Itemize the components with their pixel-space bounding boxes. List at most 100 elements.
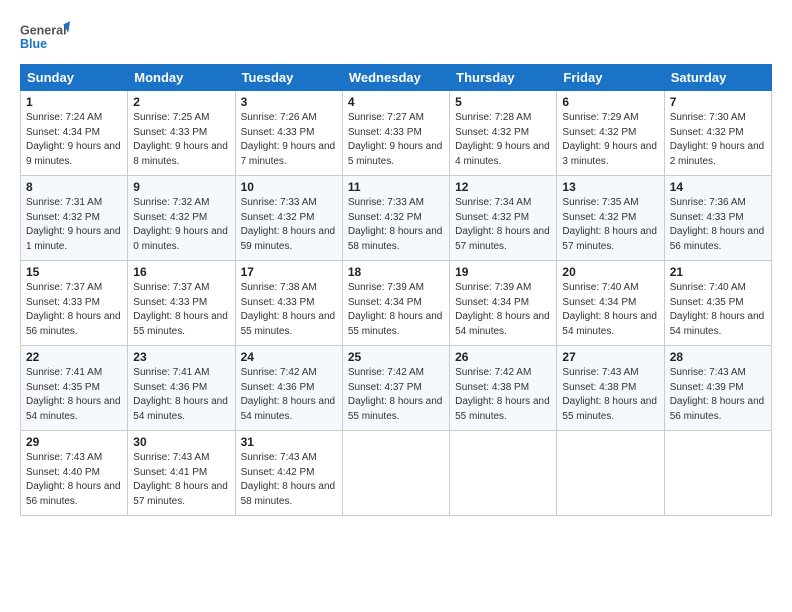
day-cell: 12 Sunrise: 7:34 AMSunset: 4:32 PMDayligh…	[450, 176, 557, 261]
svg-text:General: General	[20, 24, 67, 38]
day-cell: 22 Sunrise: 7:41 AMSunset: 4:35 PMDayligh…	[21, 346, 128, 431]
day-info: Sunrise: 7:42 AMSunset: 4:38 PMDaylight:…	[455, 366, 551, 424]
day-cell: 26 Sunrise: 7:42 AMSunset: 4:38 PMDayligh…	[450, 346, 557, 431]
day-number: 5	[455, 95, 551, 109]
day-info: Sunrise: 7:29 AMSunset: 4:32 PMDaylight:…	[562, 111, 658, 169]
day-info: Sunrise: 7:26 AMSunset: 4:33 PMDaylight:…	[241, 111, 337, 169]
day-info: Sunrise: 7:43 AMSunset: 4:41 PMDaylight:…	[133, 451, 229, 509]
day-number: 11	[348, 180, 444, 194]
col-header-monday: Monday	[128, 65, 235, 91]
day-cell: 17 Sunrise: 7:38 AMSunset: 4:33 PMDayligh…	[235, 261, 342, 346]
day-cell: 8 Sunrise: 7:31 AMSunset: 4:32 PMDaylight…	[21, 176, 128, 261]
day-info: Sunrise: 7:40 AMSunset: 4:35 PMDaylight:…	[670, 281, 766, 339]
day-number: 25	[348, 350, 444, 364]
day-number: 28	[670, 350, 766, 364]
day-number: 15	[26, 265, 122, 279]
day-cell: 20 Sunrise: 7:40 AMSunset: 4:34 PMDayligh…	[557, 261, 664, 346]
col-header-wednesday: Wednesday	[342, 65, 449, 91]
day-info: Sunrise: 7:25 AMSunset: 4:33 PMDaylight:…	[133, 111, 229, 169]
week-row-2: 8 Sunrise: 7:31 AMSunset: 4:32 PMDaylight…	[21, 176, 772, 261]
day-info: Sunrise: 7:43 AMSunset: 4:38 PMDaylight:…	[562, 366, 658, 424]
day-number: 12	[455, 180, 551, 194]
day-cell: 29Sunrise: 7:43 AMSunset: 4:40 PMDayligh…	[21, 431, 128, 516]
day-info: Sunrise: 7:24 AMSunset: 4:34 PMDaylight:…	[26, 111, 122, 169]
day-number: 14	[670, 180, 766, 194]
calendar-table: SundayMondayTuesdayWednesdayThursdayFrid…	[20, 64, 772, 516]
day-info: Sunrise: 7:31 AMSunset: 4:32 PMDaylight:…	[26, 196, 122, 254]
day-info: Sunrise: 7:34 AMSunset: 4:32 PMDaylight:…	[455, 196, 551, 254]
day-cell: 14 Sunrise: 7:36 AMSunset: 4:33 PMDayligh…	[664, 176, 771, 261]
day-cell: 16Sunrise: 7:37 AMSunset: 4:33 PMDayligh…	[128, 261, 235, 346]
day-cell: 4 Sunrise: 7:27 AMSunset: 4:33 PMDaylight…	[342, 91, 449, 176]
day-info: Sunrise: 7:37 AMSunset: 4:33 PMDaylight:…	[26, 281, 122, 339]
day-cell: 27Sunrise: 7:43 AMSunset: 4:38 PMDayligh…	[557, 346, 664, 431]
col-header-saturday: Saturday	[664, 65, 771, 91]
col-header-friday: Friday	[557, 65, 664, 91]
day-cell: 7 Sunrise: 7:30 AMSunset: 4:32 PMDaylight…	[664, 91, 771, 176]
day-info: Sunrise: 7:35 AMSunset: 4:32 PMDaylight:…	[562, 196, 658, 254]
day-cell: 1 Sunrise: 7:24 AMSunset: 4:34 PMDaylight…	[21, 91, 128, 176]
day-number: 23	[133, 350, 229, 364]
day-number: 10	[241, 180, 337, 194]
day-info: Sunrise: 7:33 AMSunset: 4:32 PMDaylight:…	[241, 196, 337, 254]
day-number: 26	[455, 350, 551, 364]
col-header-tuesday: Tuesday	[235, 65, 342, 91]
day-number: 21	[670, 265, 766, 279]
page: General Blue SundayMondayTuesdayWednesda…	[0, 0, 792, 612]
day-info: Sunrise: 7:32 AMSunset: 4:32 PMDaylight:…	[133, 196, 229, 254]
col-header-sunday: Sunday	[21, 65, 128, 91]
day-info: Sunrise: 7:30 AMSunset: 4:32 PMDaylight:…	[670, 111, 766, 169]
day-info: Sunrise: 7:41 AMSunset: 4:35 PMDaylight:…	[26, 366, 122, 424]
day-cell: 19 Sunrise: 7:39 AMSunset: 4:34 PMDayligh…	[450, 261, 557, 346]
logo: General Blue	[20, 18, 70, 56]
day-cell: 31Sunrise: 7:43 AMSunset: 4:42 PMDayligh…	[235, 431, 342, 516]
week-row-3: 15 Sunrise: 7:37 AMSunset: 4:33 PMDayligh…	[21, 261, 772, 346]
day-cell: 30 Sunrise: 7:43 AMSunset: 4:41 PMDayligh…	[128, 431, 235, 516]
day-number: 7	[670, 95, 766, 109]
day-info: Sunrise: 7:42 AMSunset: 4:36 PMDaylight:…	[241, 366, 337, 424]
day-number: 18	[348, 265, 444, 279]
day-cell: 13 Sunrise: 7:35 AMSunset: 4:32 PMDayligh…	[557, 176, 664, 261]
day-info: Sunrise: 7:37 AMSunset: 4:33 PMDaylight:…	[133, 281, 229, 339]
day-cell: 2 Sunrise: 7:25 AMSunset: 4:33 PMDaylight…	[128, 91, 235, 176]
day-number: 4	[348, 95, 444, 109]
day-cell: 11 Sunrise: 7:33 AMSunset: 4:32 PMDayligh…	[342, 176, 449, 261]
day-info: Sunrise: 7:41 AMSunset: 4:36 PMDaylight:…	[133, 366, 229, 424]
svg-text:Blue: Blue	[20, 37, 47, 51]
day-number: 20	[562, 265, 658, 279]
day-number: 24	[241, 350, 337, 364]
day-cell: 28Sunrise: 7:43 AMSunset: 4:39 PMDayligh…	[664, 346, 771, 431]
day-cell: 21 Sunrise: 7:40 AMSunset: 4:35 PMDayligh…	[664, 261, 771, 346]
day-number: 1	[26, 95, 122, 109]
day-cell: 24 Sunrise: 7:42 AMSunset: 4:36 PMDayligh…	[235, 346, 342, 431]
day-number: 13	[562, 180, 658, 194]
day-cell: 15 Sunrise: 7:37 AMSunset: 4:33 PMDayligh…	[21, 261, 128, 346]
day-number: 29	[26, 435, 122, 449]
day-number: 19	[455, 265, 551, 279]
day-info: Sunrise: 7:36 AMSunset: 4:33 PMDaylight:…	[670, 196, 766, 254]
day-info: Sunrise: 7:27 AMSunset: 4:33 PMDaylight:…	[348, 111, 444, 169]
day-info: Sunrise: 7:38 AMSunset: 4:33 PMDaylight:…	[241, 281, 337, 339]
day-cell	[557, 431, 664, 516]
day-number: 30	[133, 435, 229, 449]
day-info: Sunrise: 7:40 AMSunset: 4:34 PMDaylight:…	[562, 281, 658, 339]
day-cell	[342, 431, 449, 516]
day-number: 17	[241, 265, 337, 279]
day-cell: 23 Sunrise: 7:41 AMSunset: 4:36 PMDayligh…	[128, 346, 235, 431]
day-info: Sunrise: 7:39 AMSunset: 4:34 PMDaylight:…	[348, 281, 444, 339]
day-number: 8	[26, 180, 122, 194]
header-row: SundayMondayTuesdayWednesdayThursdayFrid…	[21, 65, 772, 91]
col-header-thursday: Thursday	[450, 65, 557, 91]
day-cell	[450, 431, 557, 516]
day-info: Sunrise: 7:39 AMSunset: 4:34 PMDaylight:…	[455, 281, 551, 339]
header: General Blue	[20, 18, 772, 56]
day-number: 22	[26, 350, 122, 364]
day-number: 2	[133, 95, 229, 109]
day-info: Sunrise: 7:33 AMSunset: 4:32 PMDaylight:…	[348, 196, 444, 254]
day-number: 31	[241, 435, 337, 449]
day-cell	[664, 431, 771, 516]
day-number: 6	[562, 95, 658, 109]
day-cell: 10 Sunrise: 7:33 AMSunset: 4:32 PMDayligh…	[235, 176, 342, 261]
day-cell: 6 Sunrise: 7:29 AMSunset: 4:32 PMDaylight…	[557, 91, 664, 176]
day-cell: 18 Sunrise: 7:39 AMSunset: 4:34 PMDayligh…	[342, 261, 449, 346]
